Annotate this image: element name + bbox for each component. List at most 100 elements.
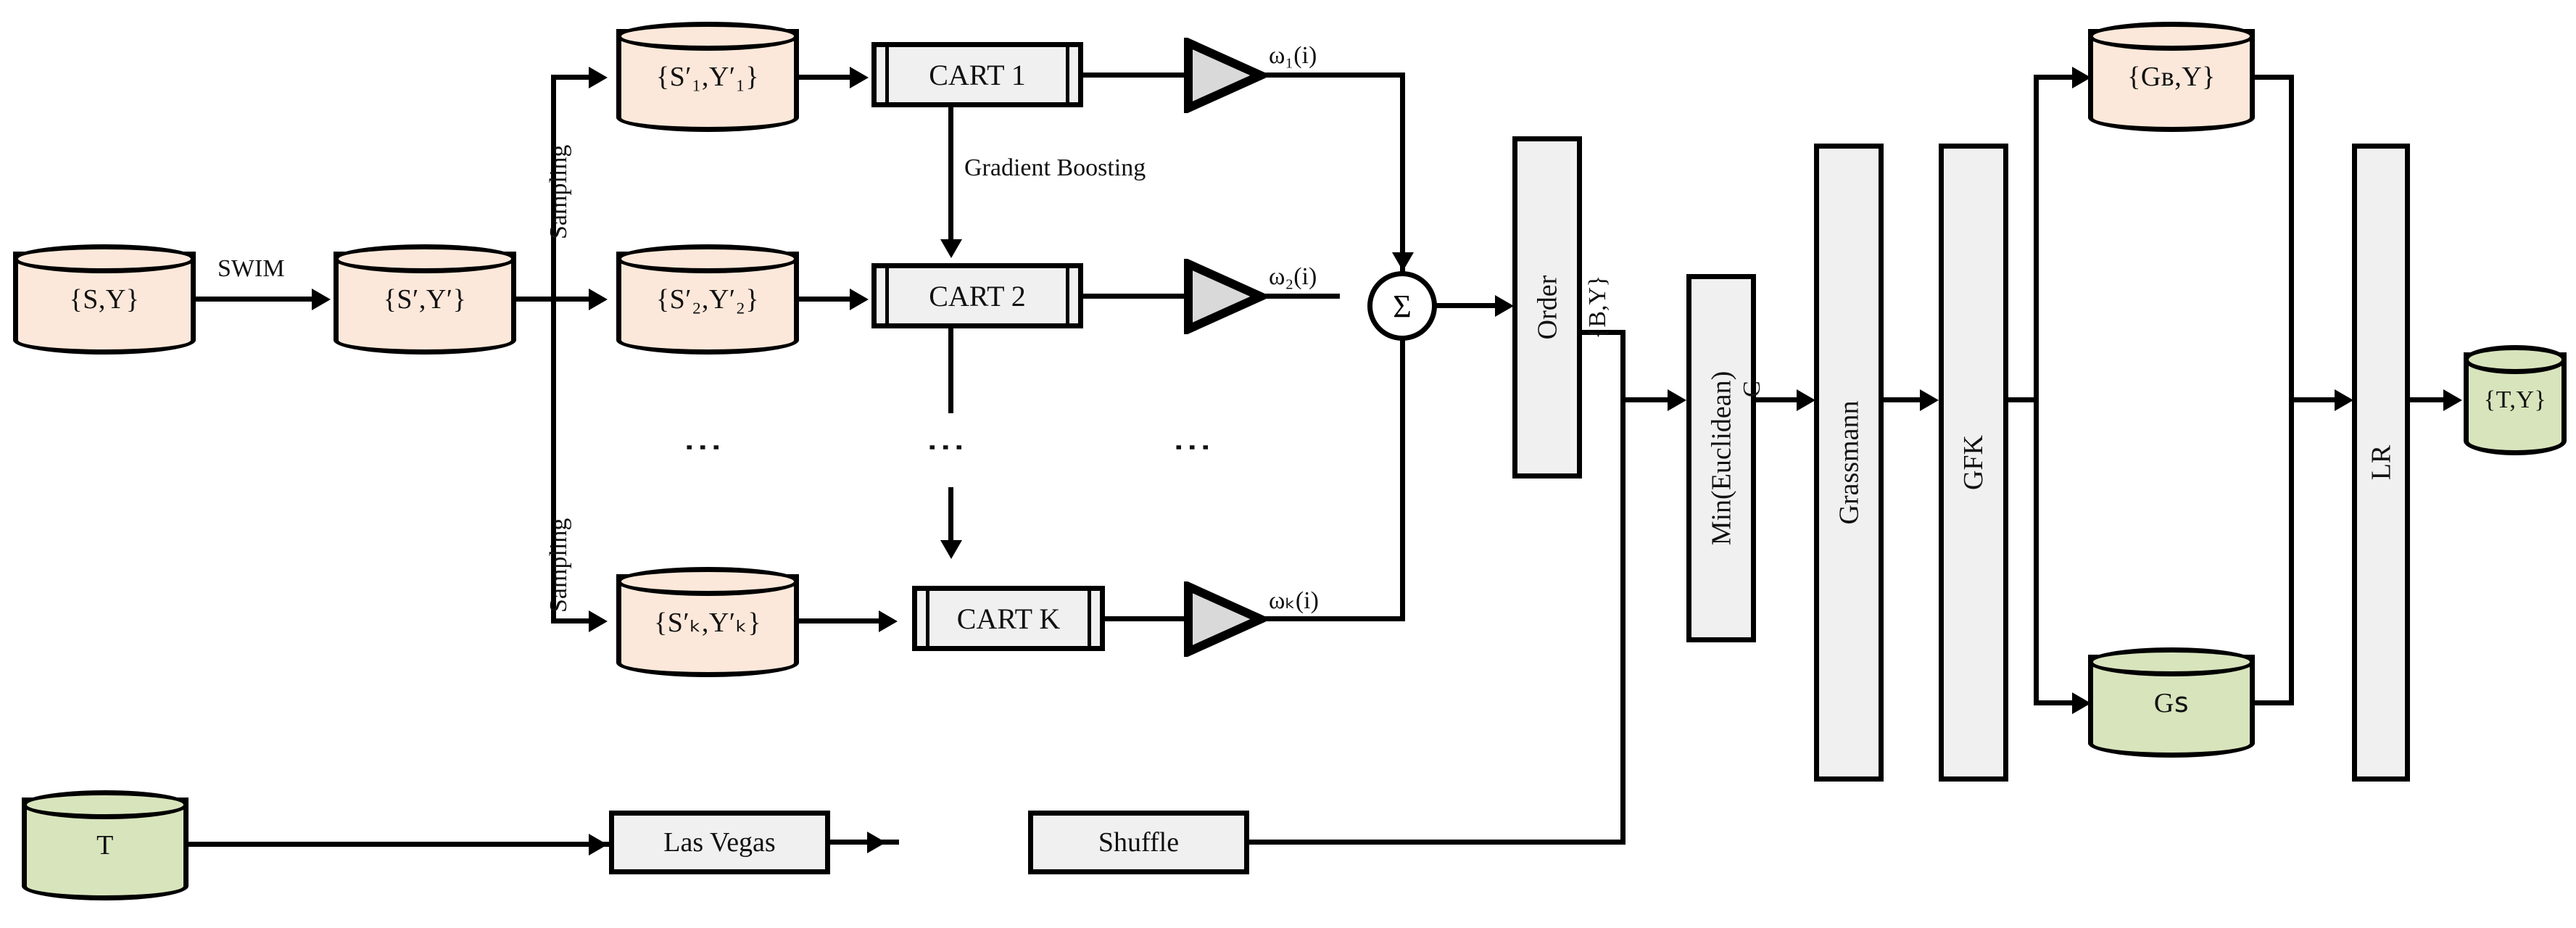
edge-cart1-to-cart2-gradient — [948, 105, 953, 250]
grassmann-process[interactable]: Grassmann — [1814, 144, 1884, 782]
arrowhead-lasvegas-to-shuffle — [867, 832, 886, 853]
arrowhead-bus-to-bagk — [589, 610, 608, 632]
arrowhead-into-sum — [1392, 252, 1414, 271]
cart1-label: CART 1 — [929, 58, 1026, 91]
las-vegas-process[interactable]: Las Vegas — [609, 811, 830, 874]
edge-ampk-to-bus — [1260, 616, 1405, 621]
edge-shuffle-out — [1246, 840, 1625, 845]
gb-database-label: {Gʙ,Y} — [2127, 62, 2216, 92]
bag1-database-label: {S′₁,Y′₁} — [655, 62, 760, 92]
target-database-label: T — [96, 830, 114, 861]
edge-cart2-to-cartk-gradient — [948, 326, 953, 413]
gfk-label: GFK — [1958, 434, 1989, 491]
gfk-process[interactable]: GFK — [1939, 144, 2008, 782]
arrowhead-lr-to-output — [2443, 389, 2462, 411]
arrowhead-bag2-to-cart2 — [850, 289, 869, 310]
edge-weightk-collector-bus — [1400, 315, 1405, 620]
arrowhead-gradient-to-cart2 — [940, 239, 962, 258]
edge-bus-to-bag2 — [551, 297, 595, 302]
edge-amp1-to-bus — [1260, 72, 1405, 78]
order-label: Order — [1532, 275, 1562, 340]
edge-label-sampling-top: Sampling — [545, 144, 572, 239]
arrowhead-bagk-to-cartk — [879, 610, 898, 632]
cartk-process[interactable]: CART K — [912, 586, 1105, 651]
cart2-process[interactable]: CART 2 — [871, 263, 1083, 328]
edge-cart2-to-amp2 — [1079, 294, 1195, 299]
edge-cartk-to-ampk — [1101, 616, 1195, 621]
edge-label-sampling-bottom: Sampling — [545, 518, 572, 613]
order-process[interactable]: Order — [1512, 136, 1582, 478]
edge-bagk-to-cartk — [796, 618, 883, 624]
cartk-label: CART K — [956, 602, 1061, 635]
amplifier-weightk — [1183, 581, 1266, 657]
edge-label-weight2: ω₂(i) — [1269, 263, 1317, 290]
edge-split-to-gb — [2034, 75, 2077, 80]
bagk-database-label: {S′ₖ,Y′ₖ} — [653, 607, 762, 638]
shuffle-label: Shuffle — [1098, 827, 1180, 858]
arrowhead-grassmann-to-gfk — [1920, 389, 1939, 411]
summation-node: Σ — [1367, 271, 1437, 341]
edge-bag1-to-cart1 — [796, 75, 854, 80]
shuffle-process[interactable]: Shuffle — [1028, 811, 1249, 874]
edge-label-weight1: ω₁(i) — [1269, 42, 1317, 69]
las-vegas-label: Las Vegas — [663, 827, 776, 858]
amplifier-weight1 — [1183, 38, 1266, 113]
edge-sum-to-order — [1433, 303, 1505, 308]
gc-database-cylinder: Gꜱ — [2088, 647, 2255, 758]
resampled-database-label: {S′,Y′} — [383, 284, 467, 315]
resampled-database-cylinder: {S′,Y′} — [334, 244, 516, 355]
bagk-database-cylinder: {S′ₖ,Y′ₖ} — [616, 567, 799, 677]
source-database-label: {S,Y} — [69, 284, 140, 315]
cart1-process[interactable]: CART 1 — [871, 42, 1083, 107]
edge-order-out-down — [1620, 330, 1625, 402]
edge-shuffle-up — [1620, 397, 1625, 842]
arrowhead-bag1-to-cart1 — [850, 67, 869, 88]
arrowhead-into-min-euclidean — [1668, 389, 1686, 411]
cart2-label: CART 2 — [929, 279, 1026, 312]
arrowhead-gradient-to-cartk — [940, 540, 962, 559]
edge-label-b-y: {B,Y} — [1584, 275, 1611, 339]
arrowhead-source-to-resampled — [312, 289, 331, 310]
bag2-database-label: {S′₂,Y′₂} — [655, 284, 760, 315]
edge-amp2-to-sum — [1260, 294, 1340, 299]
bag2-database-cylinder: {S′₂,Y′₂} — [616, 244, 799, 355]
output-database-cylinder: {T,Y} — [2464, 345, 2567, 455]
edge-bus-to-bag1 — [551, 75, 595, 80]
arrowhead-target-to-lasvegas — [589, 834, 608, 856]
gb-database-cylinder: {Gʙ,Y} — [2088, 22, 2255, 132]
edge-bus-to-bagk — [551, 618, 595, 624]
amplifier-weight2 — [1183, 259, 1266, 334]
source-database-cylinder: {S,Y} — [13, 244, 196, 355]
edge-source-to-resampled — [192, 297, 315, 302]
edge-label-swim: SWIM — [218, 255, 285, 282]
lr-label: LR — [2366, 444, 2396, 481]
edge-resampled-bus-stub — [513, 297, 556, 302]
arrowhead-bus-to-bag2 — [589, 289, 608, 310]
bag1-database-cylinder: {S′₁,Y′₁} — [616, 22, 799, 132]
edge-lasvegas-to-shuffle — [827, 840, 899, 845]
min-euclidean-process[interactable]: Min(Euclidean) — [1686, 274, 1756, 642]
summation-symbol: Σ — [1393, 288, 1412, 324]
edge-gb-out-stub — [2250, 75, 2294, 80]
diagram-canvas: {S,Y} SWIM {S′,Y′} Sampling Sampling {S′… — [0, 0, 2576, 928]
edge-split-to-gc — [2034, 700, 2077, 705]
arrowhead-merge-to-lr — [2335, 389, 2353, 411]
edge-merge-vertical — [2289, 75, 2294, 705]
target-database-cylinder: T — [22, 790, 189, 900]
edge-gc-out-stub — [2250, 700, 2294, 705]
edge-target-to-lasvegas — [185, 842, 609, 847]
edge-label-gradient-boosting: Gradient Boosting — [964, 154, 1146, 181]
ellipsis-carts: ⋮ — [924, 428, 969, 467]
ellipsis-weights: ⋮ — [1171, 428, 1215, 467]
edge-label-weightk: ωₖ(i) — [1269, 587, 1319, 614]
edge-gfk-split-vertical — [2034, 75, 2039, 705]
arrowhead-bus-to-bag1 — [589, 67, 608, 88]
edge-label-c: C — [1739, 381, 1765, 397]
output-database-label: {T,Y} — [2483, 386, 2547, 413]
edge-bag2-to-cart2 — [796, 297, 854, 302]
lr-process[interactable]: LR — [2352, 144, 2410, 782]
edge-weight-collector-bus — [1400, 72, 1405, 276]
arrowhead-min-to-grassmann — [1797, 389, 1815, 411]
grassmann-label: Grassmann — [1834, 400, 1864, 525]
min-euclidean-label: Min(Euclidean) — [1706, 370, 1736, 546]
